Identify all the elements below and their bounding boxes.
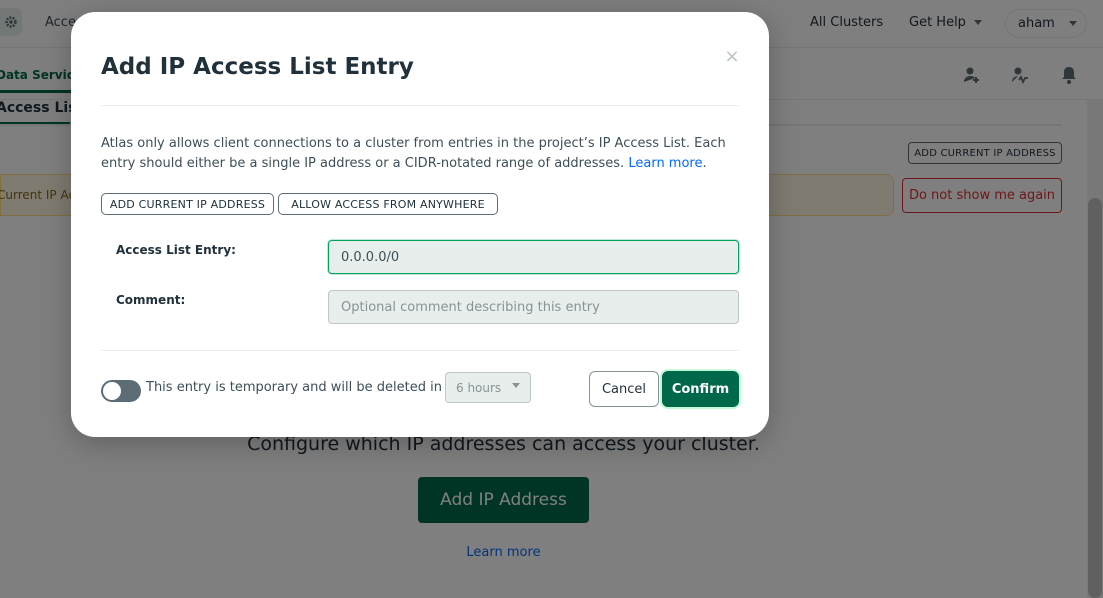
cancel-button[interactable]: Cancel [589,371,659,407]
modal-description: Atlas only allows client connections to … [101,136,726,171]
chevron-down-icon [512,383,520,388]
duration-select[interactable]: 6 hours [445,372,531,403]
confirm-button[interactable]: Confirm [662,371,739,407]
add-ip-access-list-modal: Add IP Access List Entry × Atlas only al… [71,12,769,437]
duration-value: 6 hours [456,380,502,395]
temporary-entry-label: This entry is temporary and will be dele… [146,380,442,395]
modal-title: Add IP Access List Entry [101,54,414,80]
temporary-entry-toggle[interactable] [101,380,141,402]
access-list-entry-label: Access List Entry: [116,243,236,257]
close-icon[interactable]: × [723,48,741,66]
add-current-ip-button[interactable]: ADD CURRENT IP ADDRESS [101,193,274,215]
comment-input[interactable] [328,290,739,324]
divider [101,350,739,351]
comment-label: Comment: [116,293,186,307]
access-list-entry-input[interactable] [328,240,739,274]
allow-access-anywhere-button[interactable]: ALLOW ACCESS FROM ANYWHERE [278,193,498,215]
divider [101,105,739,106]
learn-more-link[interactable]: Learn more [628,156,702,171]
toggle-knob [103,382,121,400]
